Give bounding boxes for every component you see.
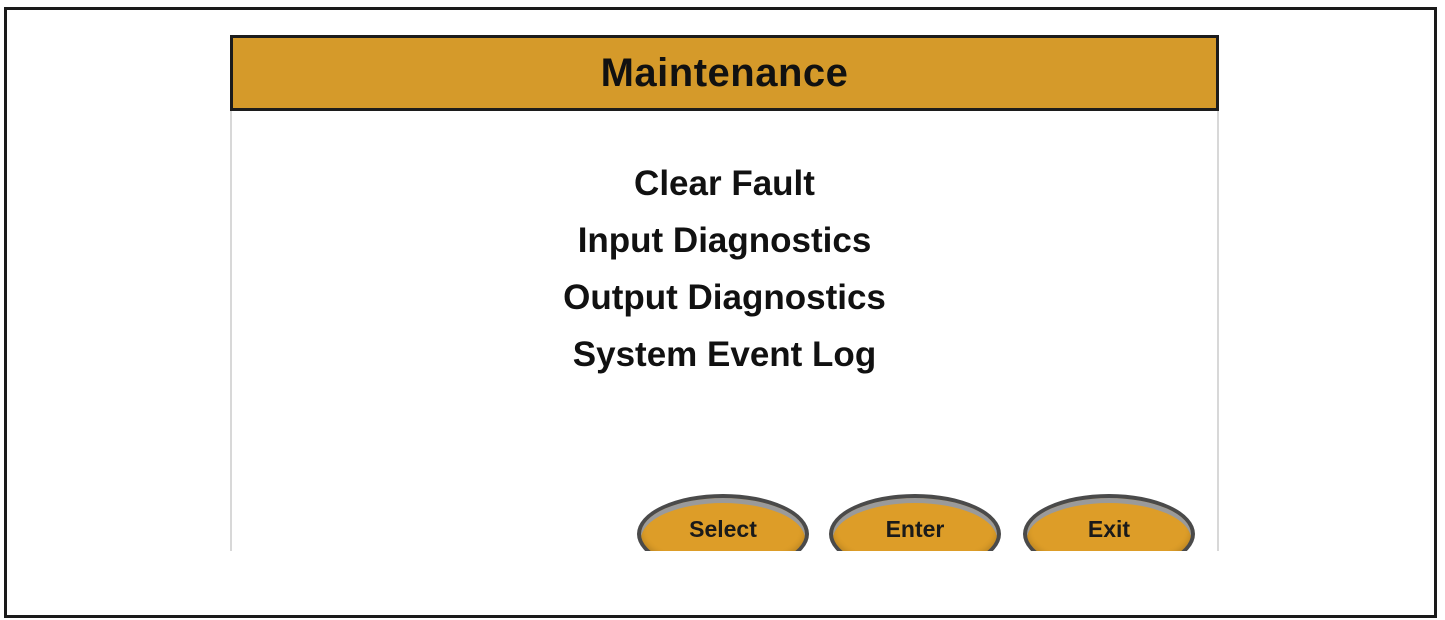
enter-button[interactable]: Enter bbox=[829, 494, 1001, 551]
page-title: Maintenance bbox=[600, 50, 849, 95]
menu-item-input-diagnostics[interactable]: Input Diagnostics bbox=[578, 212, 872, 269]
menu-item-output-diagnostics[interactable]: Output Diagnostics bbox=[563, 269, 886, 326]
maintenance-screen: Maintenance Clear Fault Input Diagnostic… bbox=[230, 35, 1219, 551]
select-button[interactable]: Select bbox=[637, 494, 809, 551]
select-button-label: Select bbox=[689, 516, 757, 542]
menu-item-system-event-log[interactable]: System Event Log bbox=[573, 326, 876, 383]
maintenance-menu: Clear Fault Input Diagnostics Output Dia… bbox=[230, 155, 1219, 383]
enter-button-label: Enter bbox=[885, 516, 945, 542]
exit-button[interactable]: Exit bbox=[1023, 494, 1195, 551]
exit-button-label: Exit bbox=[1087, 516, 1131, 542]
title-bar: Maintenance bbox=[230, 35, 1219, 111]
menu-item-clear-fault[interactable]: Clear Fault bbox=[634, 155, 815, 212]
